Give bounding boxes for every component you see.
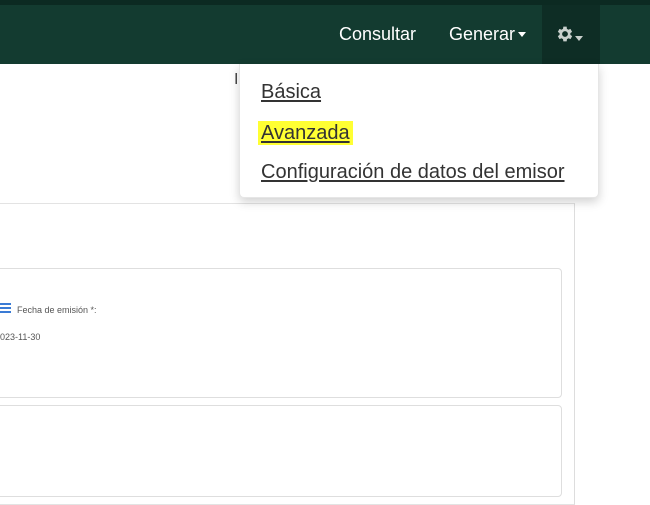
nav-consultar[interactable]: Consultar [339,5,416,64]
fecha-emision-label: Fecha de emisión *: [17,305,97,315]
nav-generar-dropdown[interactable]: Generar [449,5,527,64]
list-icon [0,303,11,313]
nav-generar-label: Generar [449,24,516,44]
menu-item-configuracion-emisor[interactable]: Configuración de datos del emisor [261,160,565,184]
gear-icon [557,26,573,42]
fecha-emision-value[interactable]: 023-11-30 [0,332,40,342]
form-card [0,268,562,398]
form-card [0,405,562,497]
settings-dropdown-toggle[interactable] [542,5,600,64]
settings-dropdown-menu: Básica Avanzada Configuración de datos d… [239,64,599,198]
caret-down-icon [518,31,527,37]
caret-down-icon [575,36,583,41]
partially-hidden-text: I [234,71,239,88]
menu-item-basica[interactable]: Básica [261,80,321,104]
menu-item-avanzada[interactable]: Avanzada [258,121,353,145]
